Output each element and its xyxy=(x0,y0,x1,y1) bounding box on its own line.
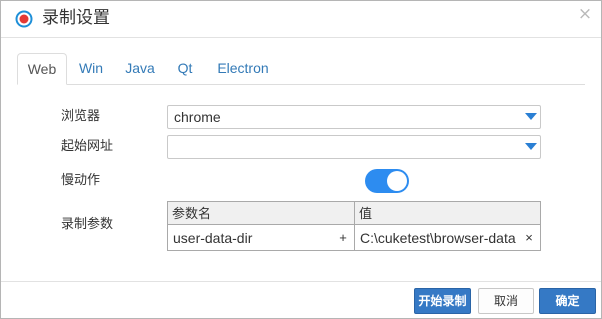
browser-select[interactable]: chrome xyxy=(167,105,541,129)
slow-motion-label: 慢动作 xyxy=(61,173,101,188)
recording-settings-dialog: 录制设置 × Web Win Java Qt Electron 浏览器 chro… xyxy=(0,0,602,319)
tab-electron[interactable]: Electron xyxy=(211,53,275,83)
tab-java[interactable]: Java xyxy=(121,53,159,83)
cancel-button[interactable]: 取消 xyxy=(478,288,534,314)
toggle-knob xyxy=(387,171,407,191)
close-icon[interactable]: × xyxy=(577,5,593,23)
start-url-combobox[interactable] xyxy=(167,135,541,159)
ok-button[interactable]: 确定 xyxy=(539,288,596,314)
remove-param-icon[interactable]: × xyxy=(522,226,536,250)
start-recording-button[interactable]: 开始录制 xyxy=(414,288,471,314)
tab-web[interactable]: Web xyxy=(17,53,67,85)
start-url-label: 起始网址 xyxy=(61,139,114,154)
tab-qt[interactable]: Qt xyxy=(173,53,197,83)
param-value-cell[interactable]: C:\cuketest\browser-data xyxy=(355,226,521,250)
dialog-title: 录制设置 xyxy=(42,8,110,28)
column-header-param-name: 参数名 xyxy=(168,202,354,225)
browser-label: 浏览器 xyxy=(61,109,101,124)
title-bar: 录制设置 × xyxy=(1,1,601,38)
slow-motion-toggle[interactable] xyxy=(365,169,409,193)
browser-select-value: chrome xyxy=(174,109,221,125)
add-param-icon[interactable]: + xyxy=(336,226,350,250)
dropdown-arrow-icon xyxy=(525,113,537,120)
dropdown-arrow-icon xyxy=(525,143,537,150)
dialog-footer: 开始录制 取消 确定 xyxy=(1,281,601,319)
record-icon xyxy=(15,10,33,28)
record-params-table: 参数名 值 user-data-dir + C:\cuketest\browse… xyxy=(167,201,541,251)
tab-win[interactable]: Win xyxy=(73,53,109,83)
record-params-label: 录制参数 xyxy=(61,217,114,232)
column-header-value: 值 xyxy=(355,202,540,225)
param-name-cell[interactable]: user-data-dir xyxy=(168,226,336,250)
recorder-type-tabs: Web Win Java Qt Electron xyxy=(17,53,585,85)
